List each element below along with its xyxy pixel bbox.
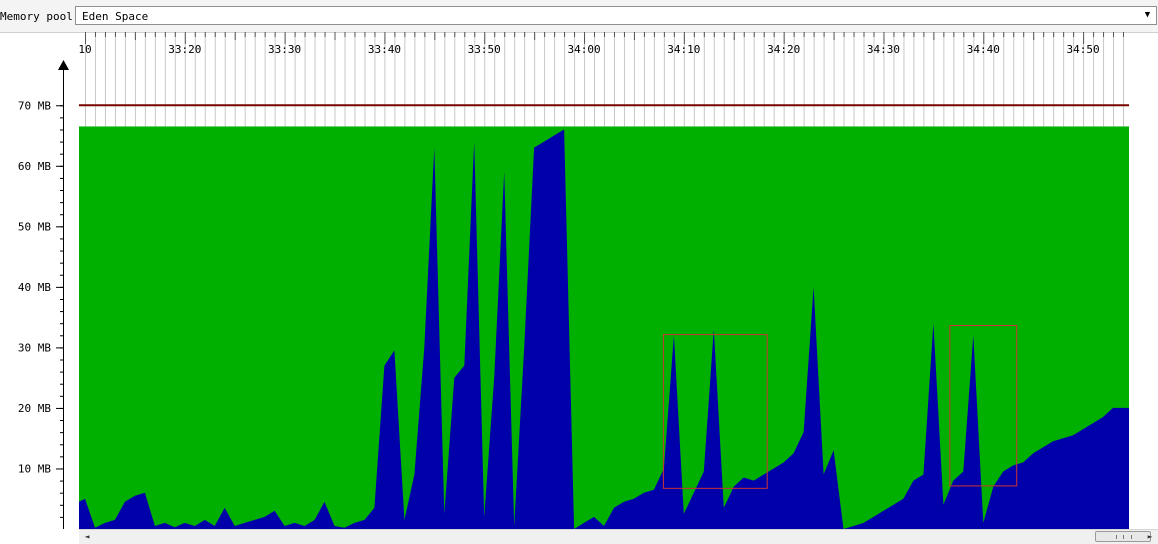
y-tick-label: 60 MB <box>18 160 51 173</box>
x-tick-label: 33:40 <box>368 43 401 56</box>
horizontal-scrollbar[interactable]: ◄ ► <box>79 529 1158 544</box>
x-tick-label: 33:50 <box>468 43 501 56</box>
chevron-right-icon[interactable]: ► <box>1144 531 1156 543</box>
grip-icon <box>1116 535 1132 539</box>
x-tick-label: 34:50 <box>1067 43 1100 56</box>
x-tick-label: 33:20 <box>168 43 201 56</box>
memory-pool-select[interactable]: Eden Space ▼ <box>75 6 1157 25</box>
x-tick-label: 34:20 <box>767 43 800 56</box>
x-tick-label: 10 <box>78 43 91 56</box>
y-tick-label: 10 MB <box>18 462 51 475</box>
memory-chart: 10 33:20 33:30 33:40 33:50 34:00 34:10 34:20 34:… <box>18 32 1129 529</box>
toolbar: Memory pool: Eden Space ▼ <box>0 0 1158 33</box>
plot-area <box>79 104 1129 529</box>
x-tick-label: 33:30 <box>268 43 301 56</box>
chevron-down-icon[interactable]: ▼ <box>1140 7 1155 24</box>
memory-pool-selected-value: Eden Space <box>82 10 149 23</box>
y-tick-label: 40 MB <box>18 281 51 294</box>
x-tick-label: 34:10 <box>667 43 700 56</box>
x-tick-label: 34:40 <box>967 43 1000 56</box>
y-axis-arrow <box>58 60 69 70</box>
memory-pool-label: Memory pool: <box>0 10 80 23</box>
chevron-left-icon[interactable]: ◄ <box>81 531 93 543</box>
y-tick-label: 70 MB <box>18 99 51 112</box>
x-tick-label: 34:30 <box>867 43 900 56</box>
x-tick-label: 34:00 <box>567 43 600 56</box>
scrollbar-thumb[interactable] <box>1095 531 1151 542</box>
y-tick-label: 30 MB <box>18 341 51 354</box>
y-tick-label: 20 MB <box>18 402 51 415</box>
y-tick-label: 50 MB <box>18 220 51 233</box>
